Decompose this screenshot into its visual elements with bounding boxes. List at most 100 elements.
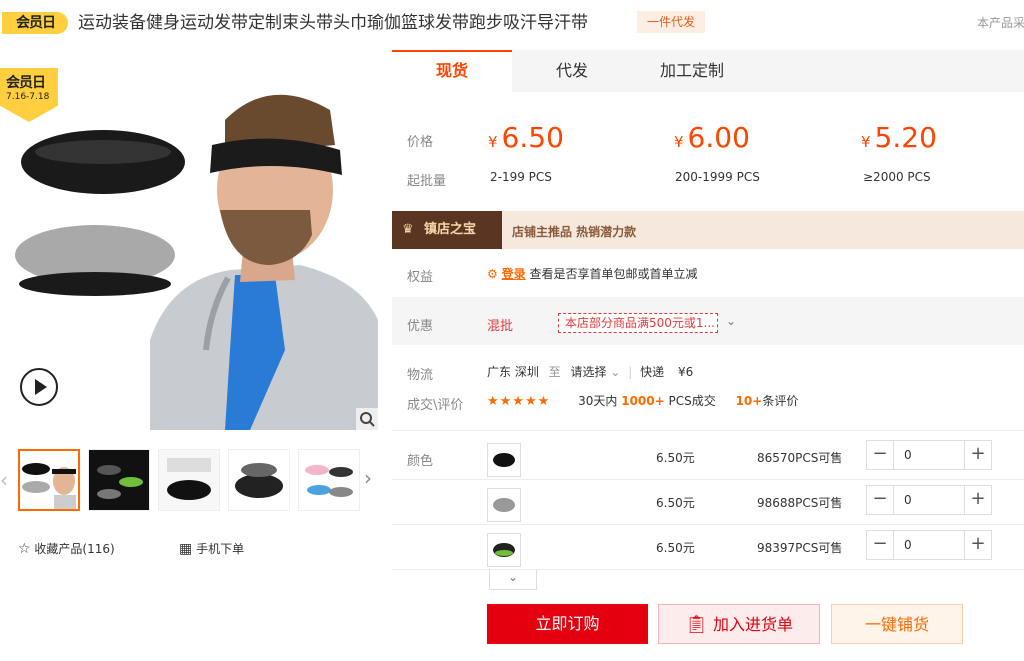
sku-image xyxy=(493,453,515,467)
deals-count[interactable]: 1000+ xyxy=(621,394,664,408)
tab-bar: 现货 代发 加工定制 xyxy=(392,50,1024,92)
increase-button[interactable]: + xyxy=(965,531,991,559)
benefits-label: 权益 xyxy=(407,270,434,285)
sku-image xyxy=(493,543,515,557)
favorite-label: 收藏产品(116) xyxy=(34,542,115,556)
shop-treasure-badge: ♛ 镇店之宝 xyxy=(392,211,502,249)
play-video-button[interactable] xyxy=(20,368,58,406)
decrease-button[interactable]: − xyxy=(867,486,893,514)
star-icon: ☆ xyxy=(18,541,31,557)
reviews-count[interactable]: 10+ xyxy=(736,394,763,408)
sku-row: 6.50元 86570PCS可售 − 0 + xyxy=(392,435,1024,480)
price-value: 5.20 xyxy=(874,121,937,154)
qr-code-icon: ▦ xyxy=(179,541,193,557)
sku-thumbnail[interactable] xyxy=(487,443,521,477)
currency-symbol: ¥ xyxy=(861,133,871,151)
rating-stars: ★★★★★ xyxy=(487,394,551,409)
add-to-cart-label: 加入进货单 xyxy=(712,615,793,634)
thumbnail-image xyxy=(89,450,149,510)
express-label: 快递 xyxy=(640,365,665,379)
tab-custom[interactable]: 加工定制 xyxy=(632,50,752,92)
logistics-row: 广东 深圳 至 请选择 ⌄ | 快递 ¥6 xyxy=(487,363,693,380)
mobile-order-button[interactable]: ▦ 手机下单 xyxy=(179,540,244,557)
member-day-corner-label: 会员日 xyxy=(6,75,46,91)
logistics-label: 物流 xyxy=(407,368,434,383)
sku-row: 6.50元 98688PCS可售 − 0 + xyxy=(392,480,1024,525)
thumbnail[interactable] xyxy=(88,449,150,511)
moq-tier-3: ≥2000 PCS xyxy=(863,170,931,184)
price-tier-1: ¥6.50 xyxy=(488,121,564,154)
clipboard-icon: 📋︎ xyxy=(685,614,708,635)
sku-price: 6.50元 xyxy=(656,496,695,510)
tab-stock[interactable]: 现货 xyxy=(392,50,512,92)
days-text: 30天内 xyxy=(578,394,618,408)
member-day-corner: 会员日 7.16-7.18 xyxy=(0,68,58,122)
gift-icon: ⚙ xyxy=(487,267,498,281)
price-tier-3: ¥5.20 xyxy=(861,121,937,154)
play-icon xyxy=(35,379,47,395)
sku-thumbnail[interactable] xyxy=(487,488,521,522)
thumbnail[interactable] xyxy=(228,449,290,511)
crown-icon: ♛ xyxy=(402,222,414,237)
moq-label: 起批量 xyxy=(407,174,447,189)
sku-thumbnail[interactable] xyxy=(487,533,521,567)
favorite-button[interactable]: ☆ 收藏产品(116) xyxy=(18,540,115,557)
quantity-stepper: − 0 + xyxy=(866,530,992,560)
chevron-down-icon[interactable]: ⌄ xyxy=(726,314,736,328)
quantity-input[interactable]: 0 xyxy=(893,441,965,469)
thumb-next-button[interactable]: › xyxy=(364,466,372,490)
ship-from: 广东 深圳 xyxy=(487,365,539,379)
sku-stock: 98397PCS可售 xyxy=(757,541,843,555)
magnifier-icon xyxy=(360,412,375,427)
sku-stock: 86570PCS可售 xyxy=(757,451,843,465)
coupon-tag[interactable]: 本店部分商品满500元或1... xyxy=(558,313,718,333)
thumb-prev-button[interactable]: ‹ xyxy=(0,468,8,492)
price-value: 6.50 xyxy=(501,121,564,154)
quantity-stepper: − 0 + xyxy=(866,440,992,470)
thumbnail[interactable] xyxy=(18,449,80,511)
login-link[interactable]: 登录 xyxy=(502,267,526,281)
discount-label: 优惠 xyxy=(407,319,434,334)
quantity-input[interactable]: 0 xyxy=(893,486,965,514)
benefits-row: ⚙ 登录 查看是否享首单包邮或首单立减 xyxy=(487,265,697,282)
product-title: 运动装备健身运动发带定制束头带头巾瑜伽篮球发带跑步吸汗导汗带 xyxy=(78,13,588,33)
thumbnail[interactable] xyxy=(298,449,360,511)
chevron-down-icon: ⌄ xyxy=(610,365,621,379)
shipping-fee: ¥6 xyxy=(677,365,694,379)
currency-symbol: ¥ xyxy=(674,133,684,151)
one-click-dropship-button[interactable]: 一键铺货 xyxy=(831,604,963,644)
reviews-suffix: 条评价 xyxy=(762,394,799,408)
benefits-text: 查看是否享首单包邮或首单立减 xyxy=(529,267,698,281)
expand-sku-button[interactable]: ⌄ xyxy=(489,570,537,590)
mobile-order-label: 手机下单 xyxy=(196,542,245,556)
thumbnail-image xyxy=(159,450,219,510)
deals-suffix: PCS成交 xyxy=(668,394,716,408)
decrease-button[interactable]: − xyxy=(867,441,893,469)
zoom-button[interactable] xyxy=(356,408,378,430)
chevron-down-icon: ⌄ xyxy=(507,570,519,584)
destination-select[interactable]: 请选择 ⌄ xyxy=(571,365,621,379)
reviews-row: ★★★★★ 30天内 1000+ PCS成交 10+条评价 xyxy=(487,392,798,409)
price-value: 6.00 xyxy=(687,121,750,154)
quantity-input[interactable]: 0 xyxy=(893,531,965,559)
buy-now-button[interactable]: 立即订购 xyxy=(487,604,648,644)
sku-image xyxy=(493,498,515,512)
increase-button[interactable]: + xyxy=(965,486,991,514)
discount-type: 混批 xyxy=(487,319,514,334)
reviews-label: 成交\评价 xyxy=(407,398,464,413)
price-label: 价格 xyxy=(407,135,434,150)
shop-banner-text: 店铺主推品 热销潜力款 xyxy=(512,225,637,239)
member-day-badge: 会员日 xyxy=(2,12,68,34)
increase-button[interactable]: + xyxy=(965,441,991,469)
price-tier-2: ¥6.00 xyxy=(674,121,750,154)
moq-tier-2: 200-1999 PCS xyxy=(675,170,760,184)
tab-dropship[interactable]: 代发 xyxy=(512,50,632,92)
decrease-button[interactable]: − xyxy=(867,531,893,559)
dropship-tag: 一件代发 xyxy=(637,11,705,33)
thumbnail[interactable] xyxy=(158,449,220,511)
divider: | xyxy=(628,365,633,379)
moq-tier-1: 2-199 PCS xyxy=(490,170,552,184)
add-to-cart-button[interactable]: 📋︎ 加入进货单 xyxy=(658,604,820,644)
to-word: 至 xyxy=(548,365,561,379)
quantity-stepper: − 0 + xyxy=(866,485,992,515)
